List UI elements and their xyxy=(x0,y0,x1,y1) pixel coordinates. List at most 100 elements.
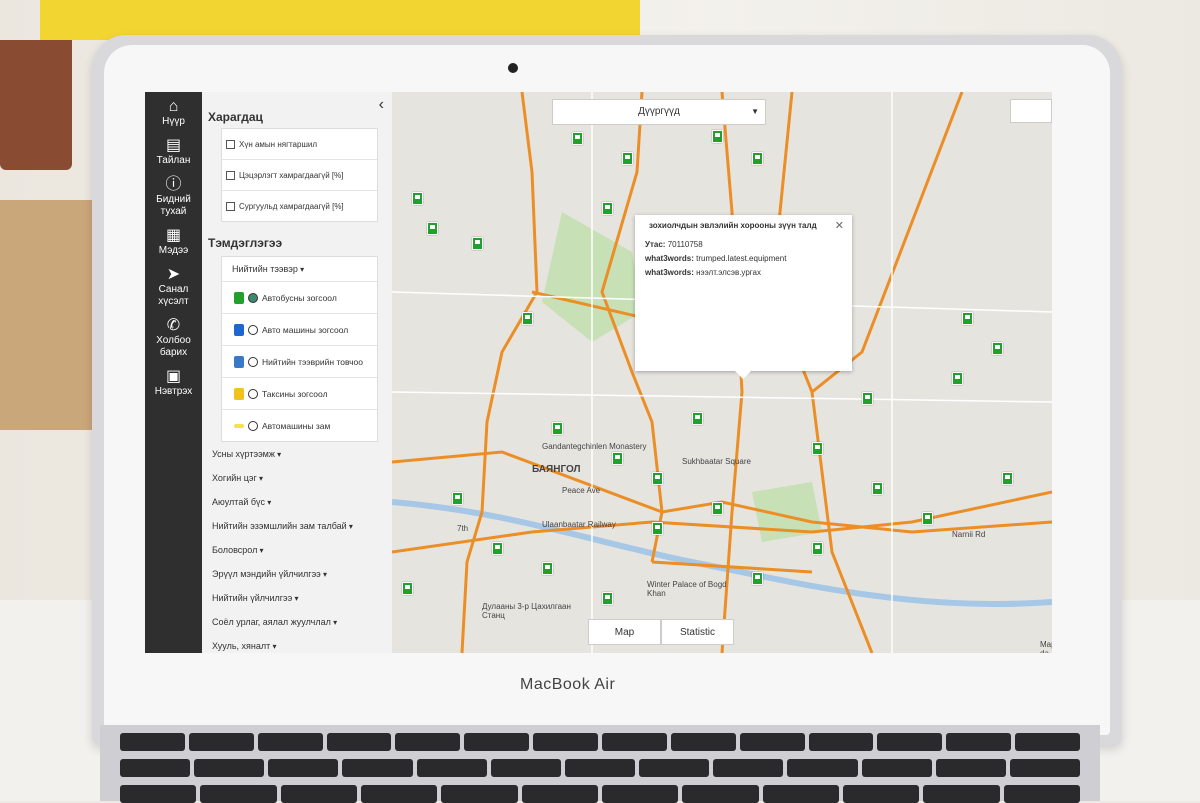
bus-stop-marker[interactable] xyxy=(692,412,703,425)
public-transport-dropdown[interactable]: Нийтийн тээвэр xyxy=(222,257,377,282)
category-culture[interactable]: Соёл урлаг, аялал жуулчлал xyxy=(202,610,392,634)
category-list: Усны хүртээмж Хогийн цэг Аюултай бүс Ний… xyxy=(202,442,392,653)
category-public-service[interactable]: Нийтийн үйлчилгээ xyxy=(202,586,392,610)
login-icon: ▣ xyxy=(165,368,182,385)
bus-stop-marker[interactable] xyxy=(1002,472,1013,485)
category-health[interactable]: Эрүүл мэндийн үйлчилгээ xyxy=(202,562,392,586)
bus-stop-marker[interactable] xyxy=(712,130,723,143)
bus-stop-marker[interactable] xyxy=(872,482,883,495)
checkbox[interactable] xyxy=(226,139,235,149)
map-label-peace-ave: Peace Ave xyxy=(562,486,601,495)
radio[interactable] xyxy=(248,324,258,335)
bus-stop-marker[interactable] xyxy=(412,192,423,205)
checkbox[interactable] xyxy=(226,201,235,211)
bus-stop-marker[interactable] xyxy=(572,132,583,145)
category-public-space[interactable]: Нийтийн эзэмшлийн зам талбай xyxy=(202,514,392,538)
legend-item-bus-stop[interactable]: Автобусны зогсоол xyxy=(222,282,377,314)
nav-item-report[interactable]: ▤ Тайлан xyxy=(145,134,202,173)
bus-stop-marker[interactable] xyxy=(812,442,823,455)
view-option-label: Хүн амын нягтаршил xyxy=(239,139,318,149)
legend-item-road[interactable]: Автомашины зам xyxy=(222,410,377,441)
bus-stop-marker[interactable] xyxy=(652,522,663,535)
home-icon: ⌂ xyxy=(168,98,179,115)
nav-item-news[interactable]: ▦ Мэдээ xyxy=(145,224,202,263)
view-section-title: Харагдац xyxy=(208,110,263,124)
bus-stop-marker[interactable] xyxy=(602,202,613,215)
nav-label: Тайлан xyxy=(156,155,191,166)
radio[interactable] xyxy=(248,388,258,399)
tab-statistic[interactable]: Statistic xyxy=(661,619,734,645)
bus-stop-marker[interactable] xyxy=(427,222,438,235)
bus-stop-marker[interactable] xyxy=(542,562,553,575)
legend-item-transit-office[interactable]: Нийтийн тээврийн товчоо xyxy=(222,346,377,378)
legend-label: Авто машины зогсоол xyxy=(262,324,349,335)
bus-stop-marker[interactable] xyxy=(622,152,633,165)
nav-label: Мэдээ xyxy=(158,245,189,256)
popup-title: зохиолчдын эвлэлийн хорооны зүүн талд xyxy=(649,221,817,230)
bus-stop-marker[interactable] xyxy=(922,512,933,525)
category-water[interactable]: Усны хүртээмж xyxy=(202,442,392,466)
bus-stop-marker[interactable] xyxy=(652,472,663,485)
laptop-brand: MacBook Air xyxy=(520,676,616,693)
view-tabs: Map Statistic xyxy=(588,619,734,645)
bus-stop-marker[interactable] xyxy=(472,237,483,250)
bus-stop-marker[interactable] xyxy=(952,372,963,385)
bus-stop-marker[interactable] xyxy=(752,152,763,165)
bus-stop-marker[interactable] xyxy=(962,312,973,325)
bus-stop-marker[interactable] xyxy=(712,502,723,515)
category-danger-zone[interactable]: Аюултай бүс xyxy=(202,490,392,514)
map-label-square: Sukhbaatar Square xyxy=(682,457,751,466)
map-canvas[interactable]: Дүүргүүд ▼ БАЯНГОЛ Gandantegchinlen Monas… xyxy=(392,92,1052,653)
bus-stop-marker[interactable] xyxy=(602,592,613,605)
bus-stop-marker[interactable] xyxy=(492,542,503,555)
collapse-panel-icon[interactable]: ‹ xyxy=(379,96,384,114)
nav-label: Нүүр xyxy=(162,116,185,127)
map-label-narnii: Narnii Rd xyxy=(952,530,986,539)
legend-label: Нийтийн тээврийн товчоо xyxy=(262,356,363,367)
nav-item-login[interactable]: ▣ Нэвтрэх xyxy=(145,365,202,404)
bus-stop-marker[interactable] xyxy=(612,452,623,465)
category-law[interactable]: Хууль, хяналт xyxy=(202,634,392,653)
category-waste[interactable]: Хогийн цэг xyxy=(202,466,392,490)
view-option[interactable]: Цэцэрлэгт хамрагдаагүй [%] xyxy=(222,160,377,191)
radio-selected[interactable] xyxy=(248,292,258,303)
bus-stop-marker[interactable] xyxy=(452,492,463,505)
key-row xyxy=(120,759,1081,777)
bus-stop-marker[interactable] xyxy=(522,312,533,325)
map-label-winter-palace: Winter Palace of Bogd Khan xyxy=(647,580,727,598)
nav-item-about[interactable]: ⓘ Бидний тухай xyxy=(145,173,202,224)
legend-label: Таксины зогсоол xyxy=(262,388,328,399)
bus-stop-marker[interactable] xyxy=(752,572,763,585)
legend-item-taxi[interactable]: Таксины зогсоол xyxy=(222,378,377,410)
view-option[interactable]: Хүн амын нягтаршил xyxy=(222,129,377,160)
legend-item-parking[interactable]: Авто машины зогсоол xyxy=(222,314,377,346)
view-option-label: Цэцэрлэгт хамрагдаагүй [%] xyxy=(239,170,344,180)
bus-stop-marker[interactable] xyxy=(812,542,823,555)
bus-stop-marker[interactable] xyxy=(402,582,413,595)
w3w-label: what3words: xyxy=(645,268,694,277)
bus-stop-marker[interactable] xyxy=(862,392,873,405)
map-label-7th: 7th xyxy=(457,524,469,533)
left-navigation: ⌂ Нүүр ▤ Тайлан ⓘ Бидний тухай ▦ Мэдээ ➤… xyxy=(145,92,202,653)
nav-label: Холбоо барих xyxy=(156,335,191,358)
nav-item-contact[interactable]: ✆ Холбоо барих xyxy=(145,314,202,365)
nav-item-home[interactable]: ⌂ Нүүр xyxy=(145,92,202,134)
nav-item-feedback[interactable]: ➤ Санал хүсэлт xyxy=(145,263,202,314)
bus-stop-marker[interactable] xyxy=(552,422,563,435)
chevron-down-icon: ▼ xyxy=(751,107,759,116)
close-icon[interactable]: ✕ xyxy=(835,219,844,232)
key-row xyxy=(120,785,1080,803)
category-education[interactable]: Боловсрол xyxy=(202,538,392,562)
popup-w3w-row: what3words: trumped.latest.equipment xyxy=(645,254,842,263)
map-control-box[interactable] xyxy=(1010,99,1052,123)
nav-label: Бидний тухай xyxy=(156,194,191,217)
view-option[interactable]: Сургуульд хамрагдаагүй [%] xyxy=(222,191,377,221)
map-attribution: Map da xyxy=(1040,640,1052,653)
district-dropdown[interactable]: Дүүргүүд ▼ xyxy=(552,99,766,125)
bus-stop-marker[interactable] xyxy=(992,342,1003,355)
checkbox[interactable] xyxy=(226,170,235,180)
radio[interactable] xyxy=(248,356,258,367)
popup-w3w-row: what3words: нээлт.элсэв.ургах xyxy=(645,268,842,277)
tab-map[interactable]: Map xyxy=(588,619,661,645)
radio[interactable] xyxy=(248,420,258,431)
